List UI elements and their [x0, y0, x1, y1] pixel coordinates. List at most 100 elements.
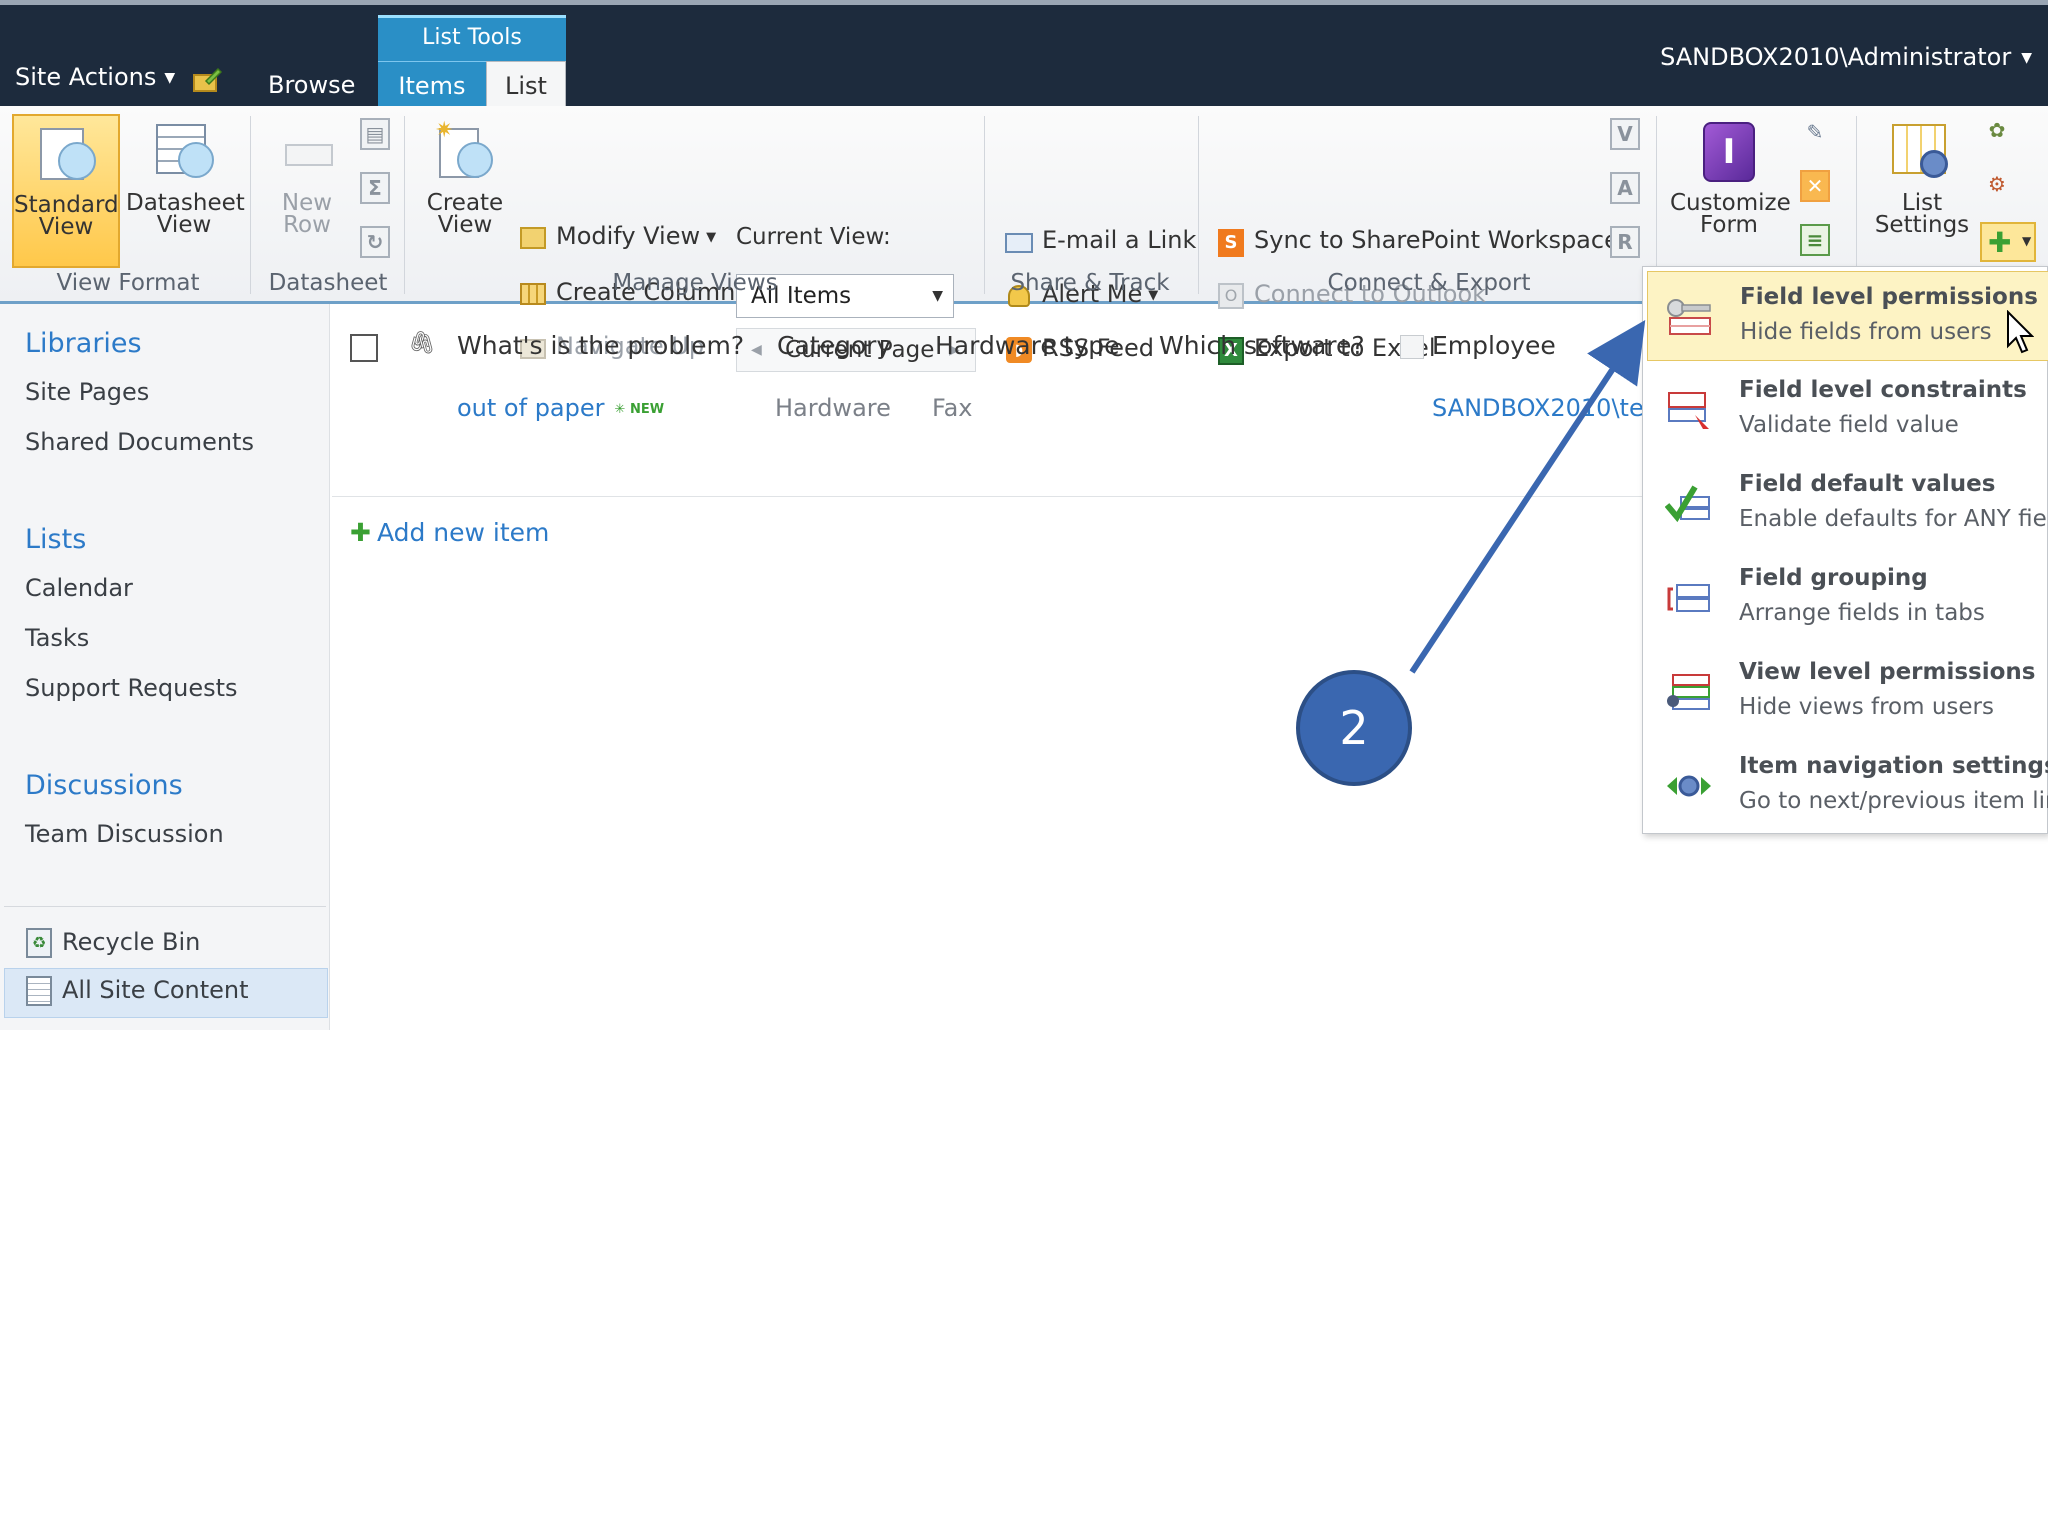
user-menu[interactable]: SANDBOX2010\Administrator ▼	[1660, 43, 2032, 71]
nav-item-site-pages[interactable]: Site Pages	[25, 378, 149, 406]
menu-item-subtitle: Arrange fields in tabs	[1739, 600, 1985, 626]
nav-item-tasks[interactable]: Tasks	[25, 624, 89, 652]
top-bar: Site Actions ▼ Browse List Tools Items Li…	[0, 0, 2048, 113]
totals-icon[interactable]: Σ	[360, 172, 390, 204]
visio-icon[interactable]: V	[1610, 118, 1640, 150]
create-view-button[interactable]: ✷ Create View	[420, 114, 510, 238]
menu-item-subtitle: Hide fields from users	[1740, 319, 1992, 345]
modify-view-label: Modify View	[556, 222, 701, 250]
add-on-dropdown-menu: Field level permissions Hide fields from…	[1642, 266, 2048, 834]
standard-view-icon	[34, 122, 98, 186]
edit-list-icon[interactable]: ✎	[1800, 118, 1830, 150]
nav-heading-discussions[interactable]: Discussions	[25, 770, 183, 801]
add-new-item-link[interactable]: ✚ Add new item	[350, 518, 549, 547]
nav-item-calendar[interactable]: Calendar	[25, 574, 133, 602]
menu-item-title: Field default values	[1739, 471, 1996, 497]
column-header-software[interactable]: Which software?	[1159, 331, 1365, 360]
add-icon: ✚	[1988, 226, 2012, 259]
menu-item-field-grouping[interactable]: Field grouping Arrange fields in tabs	[1647, 553, 2048, 643]
nav-item-team-discussion[interactable]: Team Discussion	[25, 820, 224, 848]
menu-item-view-level-permissions[interactable]: View level permissions Hide views from u…	[1647, 647, 2048, 737]
tab-items[interactable]: Items	[378, 61, 486, 111]
customize-form-label: Customize Form	[1670, 190, 1791, 238]
list-item-title[interactable]: out of paper ✳ NEW	[457, 394, 664, 422]
tab-browse[interactable]: Browse	[268, 71, 355, 99]
column-header-hardware-type[interactable]: Hardware type	[935, 331, 1120, 360]
email-icon	[1004, 227, 1034, 255]
key-icon	[1667, 299, 1711, 335]
refresh-data-icon[interactable]: ↻	[360, 226, 390, 258]
ribbon-divider	[1198, 116, 1199, 294]
list-divider	[332, 496, 1642, 497]
modify-view-button[interactable]: Modify View ▼	[518, 222, 716, 251]
datasheet-view-label: Datasheet View	[126, 190, 245, 238]
nav-item-recycle-bin[interactable]: ♻ Recycle Bin	[26, 928, 200, 958]
column-header-employee[interactable]: Employee	[1400, 331, 1556, 360]
list-item-title-label: out of paper	[457, 394, 605, 422]
add-on-menu-button[interactable]: ✚ ▼	[1980, 222, 2036, 262]
group-label-view-format: View Format	[56, 270, 200, 296]
new-row-button[interactable]: New Row	[262, 114, 352, 237]
chevron-down-icon: ▼	[2022, 234, 2032, 248]
datasheet-view-button[interactable]: Datasheet View	[126, 114, 245, 238]
site-actions-menu[interactable]: Site Actions ▼	[15, 63, 175, 91]
customize-form-button[interactable]: I Customize Form	[1670, 114, 1791, 238]
access-icon[interactable]: A	[1610, 172, 1640, 204]
column-header-problem[interactable]: What's is the problem?	[457, 331, 744, 360]
show-task-pane-icon[interactable]: ▤	[360, 118, 390, 150]
create-view-label: Create View	[426, 190, 504, 238]
group-label-datasheet: Datasheet	[268, 270, 388, 296]
nav-heading-lists[interactable]: Lists	[25, 524, 86, 555]
menu-item-field-default-values[interactable]: Field default values Enable defaults for…	[1647, 459, 2048, 549]
workflow-icon[interactable]: ✕	[1800, 170, 1830, 202]
ribbon-divider	[984, 116, 985, 294]
view-permissions-icon	[1667, 674, 1710, 710]
annotation-callout: 2	[1296, 670, 1412, 786]
nav-item-shared-documents[interactable]: Shared Documents	[25, 428, 254, 456]
menu-item-title: Field level constraints	[1739, 377, 2027, 403]
list-settings-button[interactable]: List Settings	[1872, 114, 1972, 238]
menu-item-subtitle: Validate field value	[1739, 412, 1959, 438]
group-label-connect-export: Connect & Export	[1327, 270, 1531, 296]
list-item-employee[interactable]: SANDBOX2010\te	[1432, 394, 1642, 422]
quick-launch: Libraries Site Pages Shared Documents Li…	[0, 304, 330, 1030]
current-view-label: Current View:	[736, 224, 891, 250]
menu-item-field-level-constraints[interactable]: Field level constraints Validate field v…	[1647, 365, 2048, 455]
mouse-cursor-icon	[2007, 310, 2034, 354]
grouping-icon	[1667, 584, 1710, 612]
list-item-hardware-type: Fax	[932, 394, 973, 422]
project-icon[interactable]: R	[1610, 226, 1640, 258]
new-row-icon	[275, 120, 339, 184]
datasheet-view-icon	[152, 120, 216, 184]
email-link-button[interactable]: E-mail a Link	[1004, 226, 1196, 255]
list-item-category: Hardware	[775, 394, 891, 422]
list-permissions-icon[interactable]: ✿	[1982, 116, 2012, 148]
menu-item-field-level-permissions[interactable]: Field level permissions Hide fields from…	[1647, 271, 2048, 361]
create-view-icon: ✷	[433, 120, 497, 184]
sync-workspace-label: Sync to SharePoint Workspace	[1254, 226, 1619, 254]
sharepoint-workspace-icon: S	[1216, 227, 1246, 257]
menu-item-item-navigation-settings[interactable]: Item navigation settings Go to next/prev…	[1647, 741, 2048, 831]
sync-workspace-button[interactable]: S Sync to SharePoint Workspace	[1216, 226, 1619, 257]
presence-icon	[1400, 335, 1424, 359]
standard-view-button[interactable]: Standard View	[12, 114, 120, 268]
ribbon-divider	[404, 116, 405, 294]
chevron-down-icon: ▼	[706, 229, 717, 245]
list-settings-label: List Settings	[1874, 190, 1970, 238]
edit-page-icon[interactable]	[192, 67, 222, 93]
menu-item-subtitle: Enable defaults for ANY field	[1739, 506, 2048, 532]
list-workflow-settings-icon[interactable]: ⚙	[1982, 170, 2012, 202]
standard-view-label: Standard View	[14, 192, 119, 240]
menu-item-subtitle: Hide views from users	[1739, 694, 1994, 720]
nav-item-support-requests[interactable]: Support Requests	[25, 674, 238, 702]
user-name: SANDBOX2010\Administrator	[1660, 43, 2012, 71]
column-header-category[interactable]: Category	[777, 331, 891, 360]
navigation-arrows-icon	[1667, 775, 1711, 797]
nav-heading-libraries[interactable]: Libraries	[25, 328, 142, 359]
chevron-down-icon: ▼	[2021, 50, 2032, 66]
previous-page-icon[interactable]: ◀	[751, 329, 762, 371]
select-all-checkbox[interactable]	[350, 334, 378, 362]
nav-item-all-site-content[interactable]: All Site Content	[26, 976, 249, 1006]
infopath-icon: I	[1697, 120, 1761, 184]
form-web-parts-icon[interactable]: ≡	[1800, 224, 1830, 256]
